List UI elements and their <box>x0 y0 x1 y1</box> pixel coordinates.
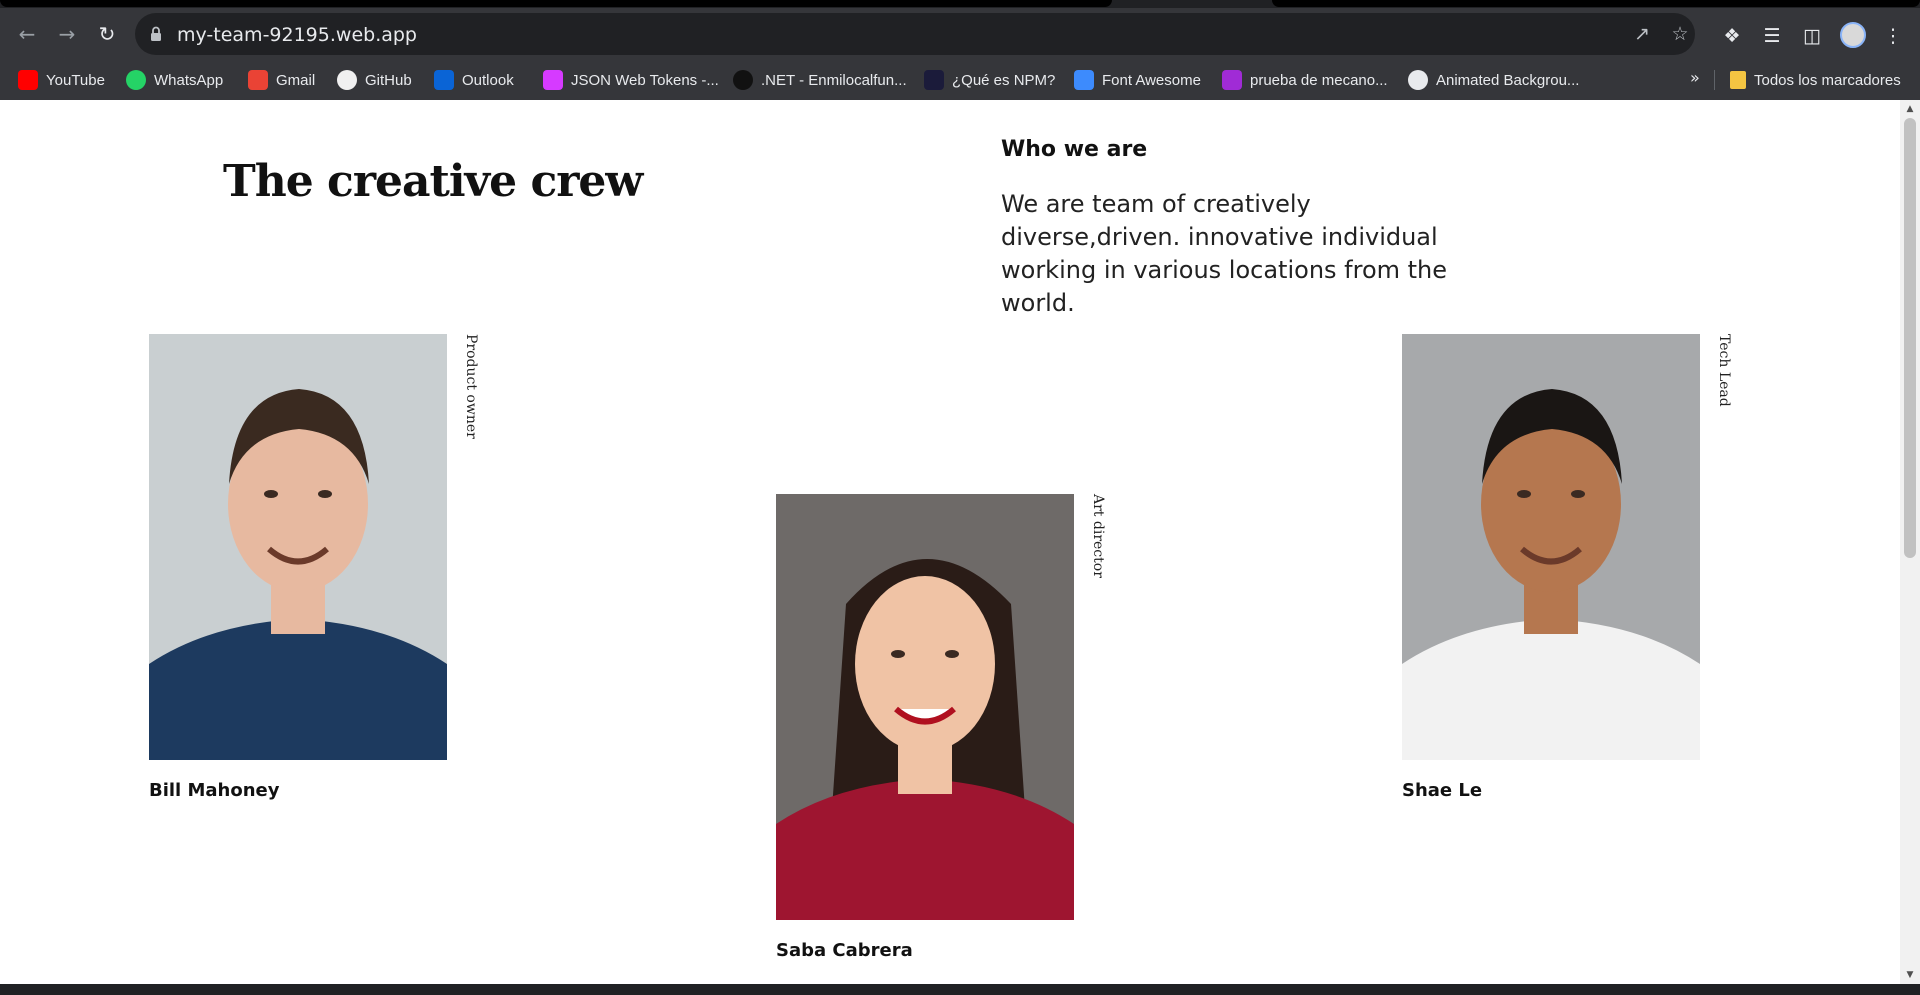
member-name: Bill Mahoney <box>149 780 280 801</box>
globe-icon <box>1408 70 1428 90</box>
jwt-icon <box>543 70 563 90</box>
member-name: Shae Le <box>1402 780 1483 801</box>
portrait-image <box>1402 334 1700 760</box>
whatsapp-icon <box>126 70 146 90</box>
right-eye <box>1571 490 1585 498</box>
side-panel-icon[interactable]: ◫ <box>1801 25 1823 47</box>
vertical-scrollbar[interactable]: ▲ ▼ <box>1900 100 1920 984</box>
portrait-image <box>776 494 1074 920</box>
tab-area-right <box>1272 0 1920 7</box>
member-role: Tech Lead <box>1716 334 1732 407</box>
member-photo <box>776 494 1074 920</box>
forward-button[interactable]: → <box>57 24 77 44</box>
dotnet-icon <box>733 70 753 90</box>
bookmark-label: JSON Web Tokens -... <box>571 71 719 89</box>
github-icon <box>337 70 357 90</box>
bookmark-label: YouTube <box>46 71 105 89</box>
scroll-up-icon[interactable]: ▲ <box>1905 104 1915 114</box>
bookmark-label: .NET - Enmilocalfun... <box>761 71 907 89</box>
bookmark-item[interactable]: YouTube <box>18 68 105 92</box>
outlook-icon <box>434 70 454 90</box>
profile-avatar[interactable] <box>1840 22 1866 48</box>
extensions-icon[interactable]: ❖ <box>1721 25 1743 47</box>
bookmark-item[interactable]: .NET - Enmilocalfun... <box>733 68 907 92</box>
address-bar[interactable]: my-team-92195.web.app ↗ ☆ <box>135 13 1695 55</box>
menu-icon[interactable]: ⋮ <box>1882 25 1904 47</box>
media-icon[interactable]: ☰ <box>1761 25 1783 47</box>
scroll-down-icon[interactable]: ▼ <box>1905 970 1915 980</box>
reload-button[interactable]: ↻ <box>97 24 117 44</box>
tab-strip <box>0 0 1920 8</box>
member-photo <box>1402 334 1700 760</box>
bookmark-item[interactable]: prueba de mecano... <box>1222 68 1388 92</box>
gmail-icon <box>248 70 268 90</box>
youtube-icon <box>18 70 38 90</box>
tab-area-left <box>0 0 1112 7</box>
more-bookmarks-icon[interactable]: » <box>1690 68 1700 87</box>
member-role: Art director <box>1090 494 1106 578</box>
bookmark-item[interactable]: Font Awesome <box>1074 68 1201 92</box>
member-role: Product owner <box>463 334 479 439</box>
bookmarks-divider <box>1714 70 1715 90</box>
bookmark-item[interactable]: GitHub <box>337 68 412 92</box>
intro-heading: Who we are <box>1001 137 1148 162</box>
member-name: Saba Cabrera <box>776 940 913 961</box>
bookmark-label: Animated Backgrou... <box>1436 71 1580 89</box>
bottom-edge <box>0 984 1920 995</box>
bookmark-item[interactable]: JSON Web Tokens -... <box>543 68 719 92</box>
bookmark-item[interactable]: ¿Qué es NPM? <box>924 68 1055 92</box>
bookmark-label: prueba de mecano... <box>1250 71 1388 89</box>
right-eye <box>318 490 332 498</box>
left-eye <box>1517 490 1531 498</box>
back-button[interactable]: ← <box>17 24 37 44</box>
bookmark-label: Outlook <box>462 71 514 89</box>
bookmark-item[interactable]: Outlook <box>434 68 514 92</box>
bookmark-item[interactable]: Animated Backgrou... <box>1408 68 1579 92</box>
left-eye <box>891 650 905 658</box>
portrait-image <box>149 334 447 760</box>
left-eye <box>264 490 278 498</box>
bookmark-label: Gmail <box>276 71 316 89</box>
browser-toolbar: ← → ↻ my-team-92195.web.app ↗ ☆ ❖ ☰ ◫ ⋮ <box>0 8 1920 60</box>
bookmark-item[interactable]: Gmail <box>248 68 315 92</box>
scrollbar-thumb[interactable] <box>1904 118 1916 558</box>
bookmark-label: GitHub <box>365 71 412 89</box>
bookmarks-bar: » Todos los marcadores YouTube WhatsApp Gm… <box>0 60 1920 100</box>
npm-icon <box>924 70 944 90</box>
team-member-card: Product owner Bill Mahoney <box>149 334 509 814</box>
face <box>855 576 995 752</box>
all-bookmarks-button[interactable]: Todos los marcadores <box>1730 68 1901 92</box>
share-icon[interactable]: ↗ <box>1632 24 1652 44</box>
team-member-card: Art director Saba Cabrera <box>776 494 1136 974</box>
typing-test-icon <box>1222 70 1242 90</box>
all-bookmarks-label: Todos los marcadores <box>1754 71 1901 89</box>
bookmark-label: WhatsApp <box>154 71 224 89</box>
star-icon[interactable]: ☆ <box>1670 24 1690 44</box>
bookmark-label: Font Awesome <box>1102 71 1201 89</box>
page-viewport: The creative crew Who we are We are team… <box>0 100 1920 984</box>
right-eye <box>945 650 959 658</box>
bookmark-item[interactable]: WhatsApp <box>126 68 223 92</box>
intro-text: We are team of creatively diverse,driven… <box>1001 190 1448 317</box>
bookmark-label: ¿Qué es NPM? <box>952 71 1056 89</box>
url-text[interactable]: my-team-92195.web.app <box>177 24 417 46</box>
font-awesome-icon <box>1074 70 1094 90</box>
member-photo <box>149 334 447 760</box>
page-title: The creative crew <box>223 156 643 207</box>
team-member-card: Tech Lead Shae Le <box>1402 334 1762 814</box>
folder-icon <box>1730 71 1746 89</box>
lock-icon <box>151 26 161 41</box>
